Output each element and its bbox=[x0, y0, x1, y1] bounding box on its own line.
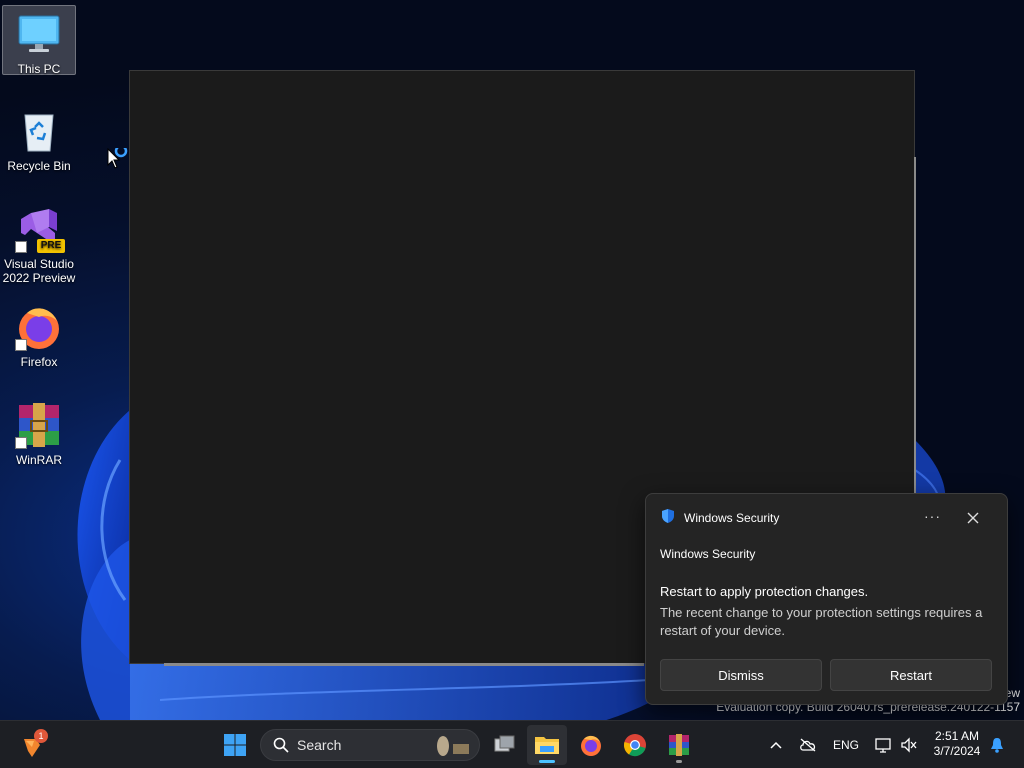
active-indicator bbox=[539, 760, 555, 763]
shield-icon bbox=[660, 508, 676, 529]
desktop-icon-firefox[interactable]: Firefox bbox=[2, 299, 76, 371]
firefox-taskbar-button[interactable] bbox=[571, 725, 611, 765]
shortcut-arrow-icon bbox=[15, 437, 27, 449]
desktop-icon-label: Firefox bbox=[20, 355, 58, 369]
taskbar: 1 Search ENG 2:51 AM 3/7/2024 bbox=[0, 720, 1024, 768]
toast-source: Windows Security bbox=[660, 547, 756, 561]
shortcut-arrow-icon bbox=[15, 339, 27, 351]
recycle-bin-icon bbox=[15, 107, 63, 155]
computer-monitor-icon bbox=[15, 10, 63, 58]
toast-app-name: Windows Security bbox=[684, 511, 780, 525]
file-explorer-button[interactable] bbox=[527, 725, 567, 765]
security-toast[interactable]: Windows Security ··· Windows Security Re… bbox=[645, 493, 1008, 705]
firefox-icon bbox=[581, 735, 601, 756]
volume-muted-icon bbox=[901, 737, 917, 753]
task-view-icon bbox=[494, 735, 515, 752]
desktop-icon-label: Recycle Bin bbox=[7, 159, 71, 173]
bell-icon bbox=[991, 738, 1003, 753]
toast-body: The recent change to your protection set… bbox=[660, 605, 983, 638]
desktop-icon-this-pc[interactable]: This PC bbox=[2, 5, 76, 76]
network-icon bbox=[875, 738, 891, 753]
search-icon bbox=[273, 737, 289, 753]
desktop-icon-winrar[interactable]: WinRAR bbox=[2, 397, 76, 469]
winrar-icon bbox=[15, 401, 63, 449]
file-explorer-icon bbox=[535, 737, 559, 754]
winrar-taskbar-button[interactable] bbox=[659, 725, 699, 765]
running-indicator bbox=[676, 760, 682, 763]
start-icon bbox=[224, 734, 246, 756]
volume-button[interactable] bbox=[898, 733, 920, 757]
chrome-icon bbox=[623, 734, 646, 757]
desktop-icon-recycle-bin[interactable]: Recycle Bin bbox=[2, 103, 76, 175]
horizontal-scrollbar[interactable] bbox=[164, 663, 644, 666]
winrar-icon bbox=[669, 734, 689, 756]
cloud-offline-icon bbox=[800, 738, 816, 752]
busy-cursor-icon bbox=[107, 144, 131, 172]
clock-time: 2:51 AM bbox=[934, 729, 980, 743]
restart-button[interactable]: Restart bbox=[830, 659, 992, 691]
search-placeholder: Search bbox=[297, 737, 342, 753]
clock-date: 3/7/2024 bbox=[933, 744, 981, 758]
desktop-icon-label: This PC bbox=[17, 62, 61, 76]
desktop-icon-label-line1: Visual Studio bbox=[4, 257, 74, 271]
system-clock[interactable]: 2:51 AM 3/7/2024 bbox=[926, 729, 988, 759]
language-indicator[interactable]: ENG bbox=[830, 733, 862, 757]
start-button[interactable] bbox=[215, 725, 255, 765]
notification-badge: 1 bbox=[34, 729, 48, 743]
chevron-up-icon bbox=[770, 741, 782, 749]
onedrive-button[interactable] bbox=[797, 733, 819, 757]
toast-headline: Restart to apply protection changes. bbox=[660, 584, 869, 599]
network-button[interactable] bbox=[872, 733, 894, 757]
more-options-icon[interactable]: ··· bbox=[924, 508, 941, 524]
desktop-icon-label-line2: 2022 Preview bbox=[2, 271, 76, 285]
vertical-scrollbar[interactable] bbox=[914, 157, 916, 497]
desktop-icon-label: WinRAR bbox=[15, 453, 62, 467]
show-hidden-icons-button[interactable] bbox=[766, 733, 786, 757]
taskbar-search[interactable]: Search bbox=[260, 729, 480, 761]
dismiss-button[interactable]: Dismiss bbox=[660, 659, 822, 691]
chrome-taskbar-button[interactable] bbox=[615, 725, 655, 765]
widgets-button[interactable]: 1 bbox=[12, 725, 52, 765]
search-highlight-icon bbox=[437, 736, 469, 756]
shortcut-arrow-icon bbox=[15, 241, 27, 253]
toast-header: Windows Security ··· bbox=[660, 508, 993, 528]
close-icon[interactable] bbox=[965, 510, 981, 526]
firefox-icon bbox=[15, 303, 63, 351]
preview-badge: PRE bbox=[37, 239, 65, 253]
visual-studio-icon: PRE bbox=[15, 205, 65, 253]
desktop-icon-visual-studio[interactable]: PRE Visual Studio 2022 Preview bbox=[2, 201, 76, 287]
task-view-button[interactable] bbox=[484, 725, 524, 765]
notifications-button[interactable] bbox=[988, 733, 1006, 757]
